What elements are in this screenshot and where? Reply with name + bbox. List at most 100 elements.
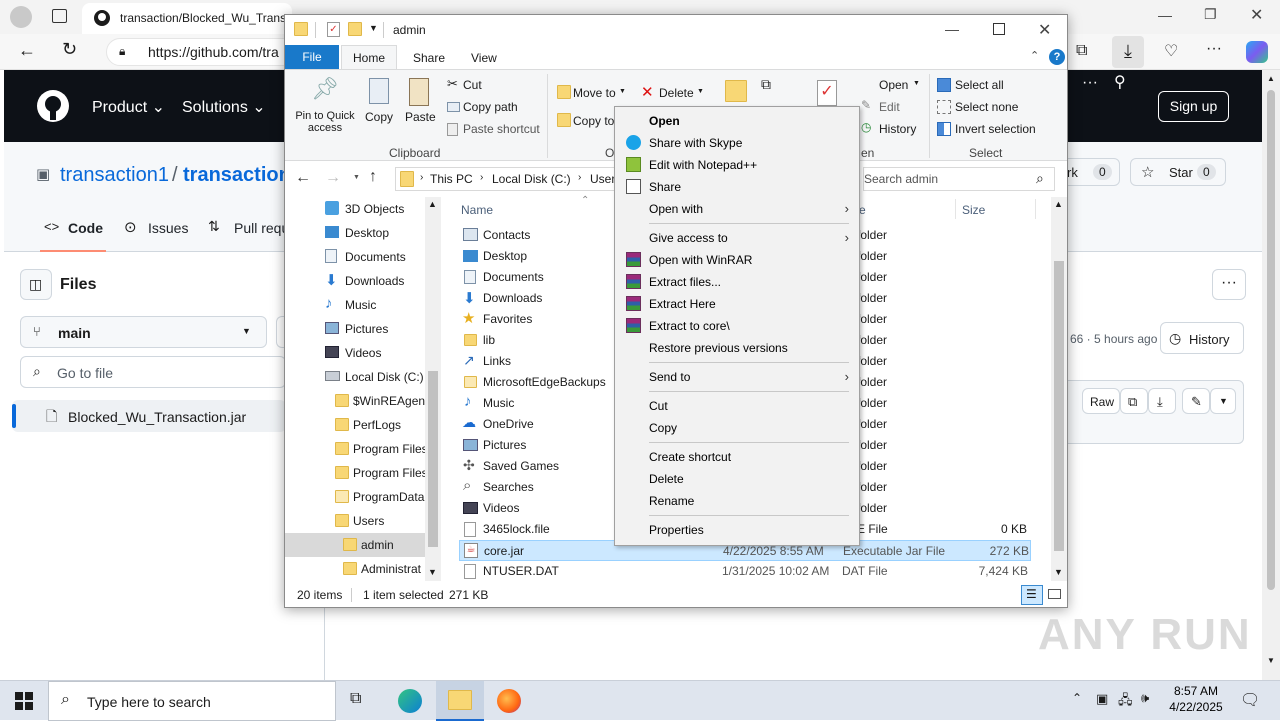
breadcrumb-this-pc[interactable]: This PC xyxy=(430,172,473,186)
downloads-button[interactable]: ⤓ xyxy=(1112,36,1144,68)
explorer-taskbar-button[interactable] xyxy=(436,681,484,721)
menu-item-give-access-to[interactable]: Give access to › xyxy=(615,227,859,249)
column-type[interactable]: e xyxy=(859,203,866,217)
menu-item-open-with-winrar[interactable]: Open with WinRAR xyxy=(615,249,859,271)
paste-button[interactable]: Paste xyxy=(401,76,437,140)
back-icon[interactable]: ← xyxy=(295,169,311,187)
copilot-icon[interactable] xyxy=(1246,41,1268,63)
qat-dropdown-icon[interactable]: ▼ xyxy=(369,23,378,33)
details-view-button[interactable]: ☰ xyxy=(1021,585,1043,605)
file-row-ntuser[interactable]: NTUSER.DAT 1/31/2025 10:02 AM DAT File 7,42… xyxy=(459,561,1031,582)
new-item-icon[interactable]: ⧉ xyxy=(761,76,771,93)
menu-item-restore-previous-versions[interactable]: Restore previous versions xyxy=(615,337,859,359)
menu-item-open[interactable]: Open xyxy=(615,110,859,132)
forward-icon[interactable]: → xyxy=(325,169,341,187)
new-folder-icon[interactable] xyxy=(348,22,362,36)
up-icon[interactable]: ↑ xyxy=(369,168,377,186)
pin-quick-access-button[interactable]: 📌︎ Pin to Quick access xyxy=(289,76,357,140)
invert-selection-button[interactable]: Invert selection xyxy=(935,120,1055,140)
open-button[interactable]: Open ▼ xyxy=(859,76,923,96)
ribbon-tab-file[interactable]: File xyxy=(285,45,339,69)
tray-chevron-icon[interactable]: ⌃ xyxy=(1072,691,1082,705)
go-to-file-input[interactable]: ⌕ Go to file xyxy=(20,356,286,388)
ribbon-tab-view[interactable]: View xyxy=(471,51,497,65)
menu-item-send-to[interactable]: Send to › xyxy=(615,366,859,388)
task-view-icon[interactable]: ⧉ xyxy=(350,690,361,708)
clock[interactable]: 8:57 AM 4/22/2025 xyxy=(1164,684,1228,714)
breadcrumb-local-disk[interactable]: Local Disk (C:) xyxy=(492,172,571,186)
restore-icon[interactable]: ❐ xyxy=(1204,6,1217,23)
collapse-ribbon-icon[interactable]: ⌃ xyxy=(1030,49,1039,62)
cut-button[interactable]: ✂ Cut xyxy=(445,76,545,96)
menu-item-extract-here[interactable]: Extract Here xyxy=(615,293,859,315)
windows-start-icon[interactable] xyxy=(15,692,33,710)
tab-pull-requests[interactable]: ⇅ Pull requ xyxy=(208,212,289,244)
edit-dropdown-button[interactable]: ▼ xyxy=(1210,388,1236,414)
close-icon[interactable]: ✕ xyxy=(1038,20,1051,40)
minimize-icon[interactable]: — xyxy=(945,21,959,37)
menu-item-properties[interactable]: Properties xyxy=(615,519,859,541)
commit-info[interactable]: 66 · 5 hours ago xyxy=(1070,332,1157,346)
breadcrumb-users[interactable]: User xyxy=(590,172,615,186)
delete-button[interactable]: ✕ Delete ▼ xyxy=(639,82,705,104)
repo-owner-link[interactable]: transaction1 xyxy=(60,164,169,187)
scroll-thumb[interactable] xyxy=(1054,261,1064,551)
back-icon[interactable]: ← xyxy=(18,40,36,61)
download-raw-button[interactable]: ⤓ xyxy=(1148,388,1176,414)
menu-item-delete[interactable]: Delete xyxy=(615,468,859,490)
tab-code[interactable]: <> Code xyxy=(40,212,106,252)
raw-button[interactable]: Raw xyxy=(1082,388,1120,414)
pin-icon[interactable]: ⚲ xyxy=(1114,72,1126,92)
select-all-button[interactable]: Select all xyxy=(935,76,1045,96)
more-options-button[interactable]: ··· xyxy=(1212,269,1246,300)
copy-raw-button[interactable]: ⧉ xyxy=(1120,388,1148,414)
copy-to-button[interactable]: Copy to xyxy=(555,110,615,132)
github-logo-icon[interactable] xyxy=(37,90,69,122)
tab-issues[interactable]: ⊙ Issues xyxy=(122,212,192,244)
copy-button[interactable]: Copy xyxy=(361,76,397,140)
column-size[interactable]: Size xyxy=(962,203,985,217)
fork-button[interactable]: rk 0 xyxy=(1062,158,1120,186)
menu-item-extract-to-core[interactable]: Extract to core\ xyxy=(615,315,859,337)
select-none-button[interactable]: Select none xyxy=(935,98,1045,118)
minimize-icon[interactable]: — xyxy=(1158,7,1172,23)
history-button[interactable]: ◷ History xyxy=(1160,322,1244,354)
ribbon-tab-share[interactable]: Share xyxy=(413,51,445,65)
menu-item-copy[interactable]: Copy xyxy=(615,417,859,439)
menu-item-cut[interactable]: Cut xyxy=(615,395,859,417)
copy-path-button[interactable]: Copy path xyxy=(445,98,545,118)
network-icon[interactable]: 🖧︎ xyxy=(1118,691,1133,713)
sign-up-button[interactable]: Sign up xyxy=(1158,91,1229,122)
history-button[interactable]: ◷ History xyxy=(859,120,923,140)
close-icon[interactable]: ✕ xyxy=(1250,5,1263,25)
nav-product[interactable]: Product ⌄ xyxy=(92,97,165,117)
edit-button[interactable]: ✎ xyxy=(1182,388,1210,414)
menu-item-edit-with-notepad[interactable]: Edit with Notepad++ xyxy=(615,154,859,176)
performance-icon[interactable]: ♡ xyxy=(1164,41,1178,61)
paste-shortcut-button[interactable]: Paste shortcut xyxy=(445,120,545,140)
menu-item-share[interactable]: Share xyxy=(615,176,859,198)
ribbon-tab-home[interactable]: Home xyxy=(341,45,397,70)
collections-icon[interactable]: ⧉ xyxy=(1076,42,1087,60)
properties-icon[interactable]: ✓ xyxy=(327,22,340,37)
properties-big-icon[interactable]: ✓ xyxy=(817,80,837,106)
menu-item-open-with[interactable]: Open with › xyxy=(615,198,859,220)
menu-item-extract-files[interactable]: Extract files... xyxy=(615,271,859,293)
edge-taskbar-icon[interactable] xyxy=(398,689,422,713)
branch-selector[interactable]: ⑂ main ▼ xyxy=(20,316,267,348)
repo-name-link[interactable]: transaction xyxy=(183,164,291,187)
menu-item-rename[interactable]: Rename xyxy=(615,490,859,512)
tab-actions-icon[interactable] xyxy=(52,9,67,23)
file-list-scrollbar[interactable]: ▲ ▼ xyxy=(1051,197,1067,581)
file-tree-item[interactable]: 🗋︎ Blocked_Wu_Transaction.jar xyxy=(12,400,286,432)
profile-icon[interactable] xyxy=(10,6,32,28)
notifications-icon[interactable]: 🗨︎ xyxy=(1240,690,1260,710)
help-icon[interactable]: ? xyxy=(1049,49,1065,65)
collapse-sidebar-button[interactable]: ◫ xyxy=(20,269,52,300)
star-button[interactable]: ☆ Star 0 xyxy=(1130,158,1226,186)
new-folder-icon[interactable] xyxy=(725,80,747,102)
column-name[interactable]: Name xyxy=(461,203,493,217)
scroll-thumb[interactable] xyxy=(1267,90,1275,590)
edit-button[interactable]: ✎ Edit xyxy=(859,98,923,118)
tray-device-icon[interactable]: ▣ xyxy=(1096,691,1108,707)
